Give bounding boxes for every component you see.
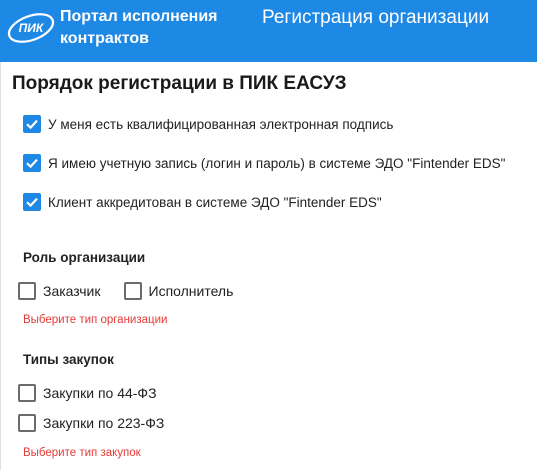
checkbox-customer[interactable] <box>18 282 36 300</box>
condition-edo-accredited[interactable]: Клиент аккредитован в системе ЭДО "Finte… <box>23 192 382 212</box>
condition-label: Клиент аккредитован в системе ЭДО "Finte… <box>48 194 382 210</box>
role-title: Роль организации <box>23 250 146 265</box>
portal-title-line1: Портал исполнения <box>60 8 218 25</box>
role-options: Заказчик Исполнитель <box>18 281 256 301</box>
condition-edo-account[interactable]: Я имею учетную запись (логин и пароль) в… <box>23 153 505 173</box>
checkbox-223fz[interactable] <box>18 414 36 432</box>
app-header: ПИК Портал исполнения контрактов Регистр… <box>0 0 537 62</box>
checkmark-icon <box>26 158 38 169</box>
page-title: Регистрация организации <box>262 7 490 28</box>
role-option-contractor[interactable]: Исполнитель <box>123 282 234 300</box>
section-title: Порядок регистрации в ПИК ЕАСУЗ <box>12 73 347 94</box>
checkbox-edo-account[interactable] <box>23 154 41 172</box>
checkmark-icon <box>26 119 38 130</box>
checkbox-44fz[interactable] <box>18 384 36 402</box>
procurement-option-label: Закупки по 44-ФЗ <box>43 385 157 401</box>
logo-text: ПИК <box>19 21 45 35</box>
role-error: Выберите тип организации <box>23 314 168 326</box>
condition-qualified-signature[interactable]: У меня есть квалифицированная электронна… <box>23 114 393 134</box>
role-option-label: Исполнитель <box>148 283 234 299</box>
procurement-option-223fz[interactable]: Закупки по 223-ФЗ <box>18 413 164 433</box>
portal-title[interactable]: Портал исполнения контрактов <box>60 6 260 50</box>
procurement-option-44fz[interactable]: Закупки по 44-ФЗ <box>18 383 157 403</box>
role-option-label: Заказчик <box>43 283 101 299</box>
checkmark-icon <box>26 197 38 208</box>
procurement-error: Выберите тип закупок <box>23 447 141 459</box>
checkbox-edo-accredited[interactable] <box>23 193 41 211</box>
condition-label: У меня есть квалифицированная электронна… <box>48 116 394 132</box>
procurement-option-label: Закупки по 223-ФЗ <box>43 415 165 431</box>
role-option-customer[interactable]: Заказчик <box>18 282 101 300</box>
portal-title-line2: контрактов <box>60 30 149 47</box>
checkbox-contractor[interactable] <box>123 282 142 300</box>
registration-form: Порядок регистрации в ПИК ЕАСУЗ У меня е… <box>0 62 537 470</box>
checkbox-qualified-signature[interactable] <box>23 115 41 133</box>
procurement-title: Типы закупок <box>23 352 114 367</box>
condition-label: Я имею учетную запись (логин и пароль) в… <box>48 155 506 171</box>
pik-logo-icon[interactable]: ПИК <box>4 8 58 48</box>
